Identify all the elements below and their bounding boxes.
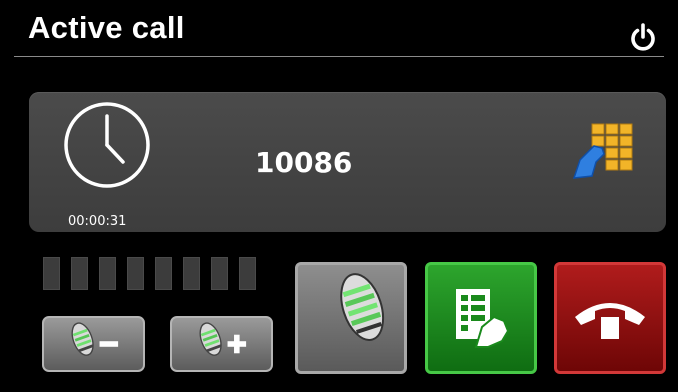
call-transfer-button[interactable] <box>425 262 537 374</box>
mic-volume-up-icon <box>199 322 247 356</box>
signal-bar <box>155 257 172 290</box>
signal-bar <box>99 257 116 290</box>
hang-up-button[interactable] <box>554 262 666 374</box>
mic-volume-down-button[interactable] <box>42 316 145 372</box>
call-timer: 00:00:31 <box>68 214 127 229</box>
signal-bar <box>71 257 88 290</box>
clock-icon <box>64 102 150 188</box>
signal-bar <box>183 257 200 290</box>
call-number: 10086 <box>255 146 353 179</box>
microphone-button[interactable] <box>295 262 407 374</box>
signal-bar <box>43 257 60 290</box>
mic-volume-down-icon <box>71 322 119 356</box>
mic-volume-up-button[interactable] <box>170 316 273 372</box>
signal-bar <box>127 257 144 290</box>
call-transfer-icon <box>456 289 510 348</box>
page-title: Active call <box>28 10 185 45</box>
signal-bar <box>211 257 228 290</box>
signal-bar <box>239 257 256 290</box>
header-divider <box>14 56 664 57</box>
microphone-icon <box>340 273 385 341</box>
hang-up-icon <box>575 303 645 339</box>
power-icon[interactable] <box>628 22 658 52</box>
keypad-icon[interactable] <box>572 120 638 186</box>
